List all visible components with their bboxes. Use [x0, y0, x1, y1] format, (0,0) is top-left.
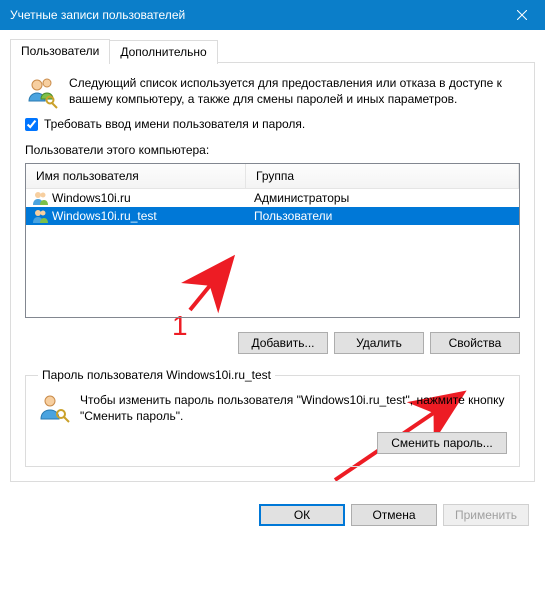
require-login-checkbox[interactable] — [25, 118, 38, 131]
password-groupbox: Пароль пользователя Windows10i.ru_test Ч… — [25, 368, 520, 467]
close-icon — [517, 10, 527, 20]
tab-strip: Пользователи Дополнительно — [10, 39, 535, 63]
password-text: Чтобы изменить пароль пользователя "Wind… — [80, 392, 507, 424]
user-group: Пользователи — [246, 209, 519, 223]
user-icon — [32, 208, 48, 224]
dialog-button-row: ОК Отмена Применить — [0, 492, 545, 540]
window-body: Пользователи Дополнительно Следующий спи… — [0, 30, 545, 492]
user-name: Windows10i.ru_test — [52, 209, 157, 223]
intro-text: Следующий список используется для предос… — [69, 75, 520, 109]
user-row[interactable]: Windows10i.ru Администраторы — [26, 189, 519, 207]
intro-section: Следующий список используется для предос… — [25, 75, 520, 109]
user-name: Windows10i.ru — [52, 191, 131, 205]
change-password-button[interactable]: Сменить пароль... — [377, 432, 507, 454]
tab-users[interactable]: Пользователи — [10, 39, 110, 64]
users-of-computer-label: Пользователи этого компьютера: — [25, 143, 520, 157]
user-key-icon — [38, 392, 70, 424]
properties-button[interactable]: Свойства — [430, 332, 520, 354]
require-login-checkbox-row[interactable]: Требовать ввод имени пользователя и паро… — [25, 117, 520, 131]
add-button[interactable]: Добавить... — [238, 332, 328, 354]
tab-panel-users: Следующий список используется для предос… — [10, 62, 535, 482]
password-groupbox-legend: Пароль пользователя Windows10i.ru_test — [38, 368, 275, 382]
close-button[interactable] — [499, 0, 545, 30]
user-row-selected[interactable]: Windows10i.ru_test Пользователи — [26, 207, 519, 225]
user-icon — [32, 190, 48, 206]
titlebar: Учетные записи пользователей — [0, 0, 545, 30]
users-keys-icon — [25, 75, 59, 109]
user-buttons-row: Добавить... Удалить Свойства — [25, 332, 520, 354]
window-title: Учетные записи пользователей — [10, 8, 499, 22]
users-listbox[interactable]: Имя пользователя Группа Windows10i.ru Ад… — [25, 163, 520, 318]
remove-button[interactable]: Удалить — [334, 332, 424, 354]
column-group-header[interactable]: Группа — [246, 164, 519, 188]
listbox-header: Имя пользователя Группа — [26, 164, 519, 189]
tab-advanced[interactable]: Дополнительно — [109, 40, 217, 64]
ok-button[interactable]: ОК — [259, 504, 345, 526]
column-name-header[interactable]: Имя пользователя — [26, 164, 246, 188]
require-login-label: Требовать ввод имени пользователя и паро… — [44, 117, 305, 131]
cancel-button[interactable]: Отмена — [351, 504, 437, 526]
apply-button[interactable]: Применить — [443, 504, 529, 526]
user-group: Администраторы — [246, 191, 519, 205]
